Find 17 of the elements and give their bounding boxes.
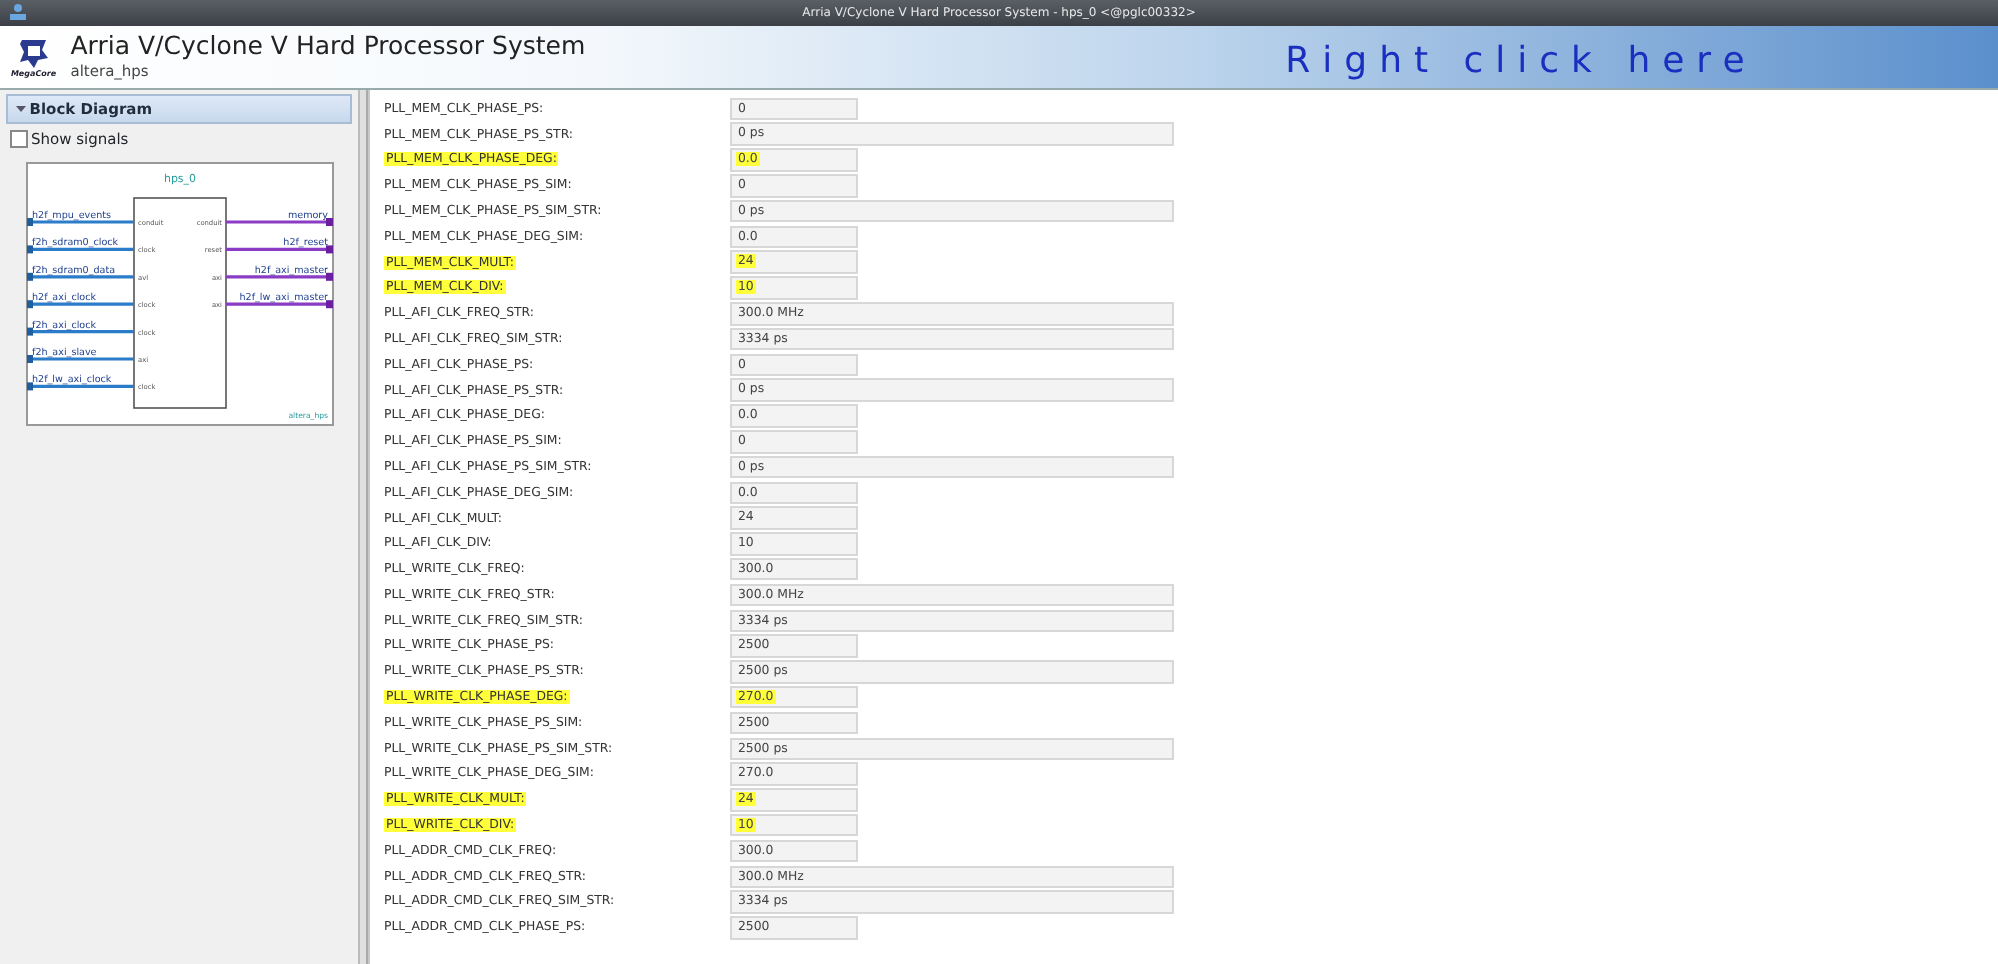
signal-wire: [27, 218, 134, 227]
signal-wire: [27, 245, 134, 254]
checkbox[interactable]: [9, 130, 28, 149]
signal-wire: [226, 273, 333, 282]
expander-icon[interactable]: [16, 104, 26, 115]
signal-wire: [27, 355, 134, 364]
handwritten-annotation: Right click here: [1285, 38, 1757, 86]
signal-wire: [226, 245, 333, 254]
app-icon: [8, 2, 28, 22]
logo-icon: [15, 37, 52, 69]
signal-wire: [226, 300, 333, 309]
signal-wire: [27, 382, 134, 391]
signal-wire: [27, 300, 134, 309]
signal-wire: [226, 218, 333, 227]
signal-wire: [27, 273, 134, 282]
signal-wire: [27, 328, 134, 337]
header-title: Arria V/Cyclone V Hard Processor System: [70, 32, 586, 60]
